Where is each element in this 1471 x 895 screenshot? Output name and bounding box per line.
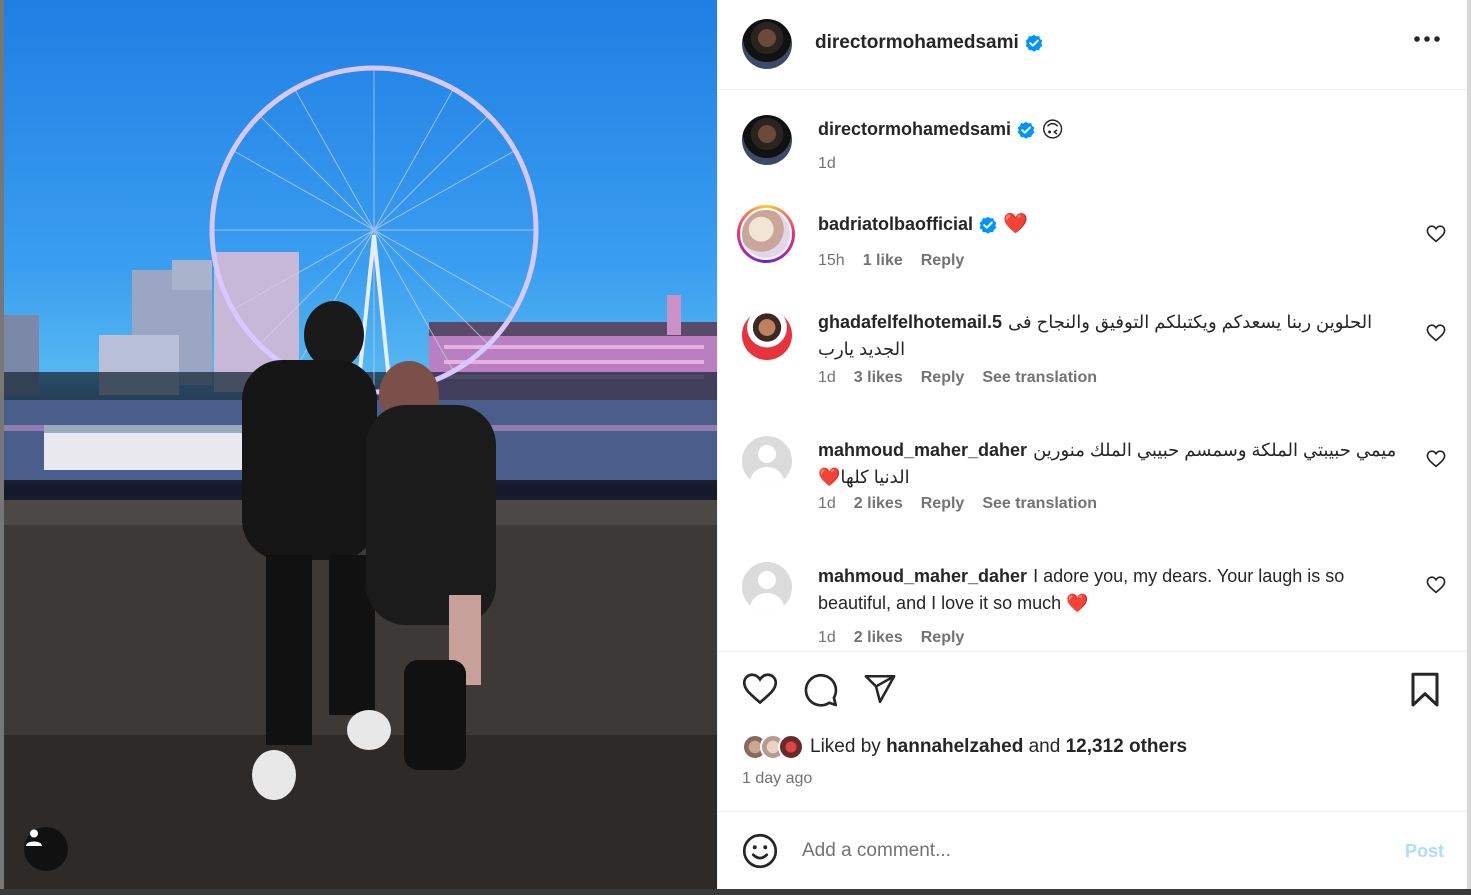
caption-meta: 1d xyxy=(818,155,836,173)
like-heart-icon[interactable] xyxy=(742,672,778,706)
like-comment-heart-icon[interactable] xyxy=(1426,576,1446,594)
caption-body: directormohamedsami 🙃 xyxy=(818,116,1398,143)
comment-likes[interactable]: 3 likes xyxy=(854,369,903,387)
caption-author-avatar[interactable] xyxy=(742,115,792,165)
comment-composer: Post xyxy=(718,811,1468,889)
comment-meta: 1d 2 likes Reply xyxy=(818,629,964,647)
commenter-avatar[interactable] xyxy=(737,205,795,263)
comment-likes[interactable]: 2 likes xyxy=(854,495,903,513)
see-translation-button[interactable]: See translation xyxy=(982,495,1097,513)
tagged-users-button[interactable] xyxy=(24,827,68,871)
author-username[interactable]: directormohamedsami xyxy=(815,32,1019,54)
liked-by-user[interactable]: hannahelzahed xyxy=(886,736,1023,758)
window-edge xyxy=(0,889,1471,895)
verified-badge-icon xyxy=(1025,34,1043,52)
comment-likes[interactable]: 2 likes xyxy=(854,629,903,647)
comment-time[interactable]: 1d xyxy=(818,369,836,387)
post-timestamp[interactable]: 1 day ago xyxy=(742,770,812,788)
comment-meta: 15h 1 like Reply xyxy=(818,252,964,270)
commenter-avatar[interactable] xyxy=(742,436,792,486)
person-icon xyxy=(26,829,42,846)
emoji-icon[interactable] xyxy=(742,833,778,869)
reply-button[interactable]: Reply xyxy=(921,252,965,270)
london-eye-photo-art xyxy=(4,65,717,889)
likes-count[interactable]: 12,312 others xyxy=(1066,736,1187,758)
post-photo[interactable] xyxy=(4,0,717,889)
commenter-avatar[interactable] xyxy=(742,310,792,360)
share-icon[interactable] xyxy=(862,672,898,706)
comments-list[interactable]: directormohamedsami 🙃 1d badriatolbaoffi… xyxy=(718,91,1468,651)
like-comment-heart-icon[interactable] xyxy=(1426,324,1446,342)
save-bookmark-icon[interactable] xyxy=(1410,672,1440,708)
comment-username[interactable]: mahmoud_maher_daher xyxy=(818,566,1027,586)
comment-text: ❤️ xyxy=(1003,213,1028,235)
comment-meta: 1d 2 likes Reply See translation xyxy=(818,495,1097,513)
caption-emoji: 🙃 xyxy=(1041,117,1064,142)
reply-button[interactable]: Reply xyxy=(921,369,965,387)
post-comment-button[interactable]: Post xyxy=(1405,841,1444,862)
comment-time[interactable]: 1d xyxy=(818,495,836,513)
liked-by-label: Liked by xyxy=(810,736,881,757)
more-options-icon[interactable] xyxy=(1414,36,1440,42)
caption-time[interactable]: 1d xyxy=(818,155,836,173)
comment-body: badriatolbaofficial ❤️ xyxy=(818,211,1398,238)
comment-time[interactable]: 1d xyxy=(818,629,836,647)
window-edge xyxy=(1467,0,1471,895)
comment-username[interactable]: mahmoud_maher_daher xyxy=(818,440,1027,460)
liked-and-label: and xyxy=(1028,736,1061,757)
comment-body: ghadafelfelhotemail.5 الحلوين ربنا يسعدكم… xyxy=(818,309,1398,363)
comment-time[interactable]: 15h xyxy=(818,252,845,270)
verified-badge-icon xyxy=(979,216,997,234)
comment-username[interactable]: badriatolbaofficial xyxy=(818,211,973,238)
comment-username[interactable]: ghadafelfelhotemail.5 xyxy=(818,312,1002,332)
commenter-avatar[interactable] xyxy=(742,562,792,612)
reply-button[interactable]: Reply xyxy=(921,495,965,513)
comment-body: mahmoud_maher_daher ميمي حبيبتي الملكة وس… xyxy=(818,437,1398,491)
post-actions: Liked by hannahelzahed and 12,312 others… xyxy=(718,651,1468,811)
author-name-row: directormohamedsami xyxy=(815,32,1043,54)
like-comment-heart-icon[interactable] xyxy=(1426,450,1446,468)
author-avatar[interactable] xyxy=(742,19,792,69)
comment-likes[interactable]: 1 like xyxy=(863,252,903,270)
comment-body: mahmoud_maher_daher I adore you, my dears… xyxy=(818,563,1398,617)
see-translation-button[interactable]: See translation xyxy=(982,369,1097,387)
verified-badge-icon xyxy=(1017,121,1035,139)
likes-summary: Liked by hannahelzahed and 12,312 others xyxy=(742,734,1187,760)
add-comment-input[interactable] xyxy=(802,832,1362,870)
caption-username[interactable]: directormohamedsami xyxy=(818,116,1011,143)
liker-avatars[interactable] xyxy=(742,734,804,760)
like-comment-heart-icon[interactable] xyxy=(1426,225,1446,243)
post-details-panel: directormohamedsami directormohamedsami … xyxy=(717,0,1468,889)
post-header: directormohamedsami xyxy=(718,0,1468,90)
comment-meta: 1d 3 likes Reply See translation xyxy=(818,369,1097,387)
reply-button[interactable]: Reply xyxy=(921,629,965,647)
comment-icon[interactable] xyxy=(803,672,839,708)
